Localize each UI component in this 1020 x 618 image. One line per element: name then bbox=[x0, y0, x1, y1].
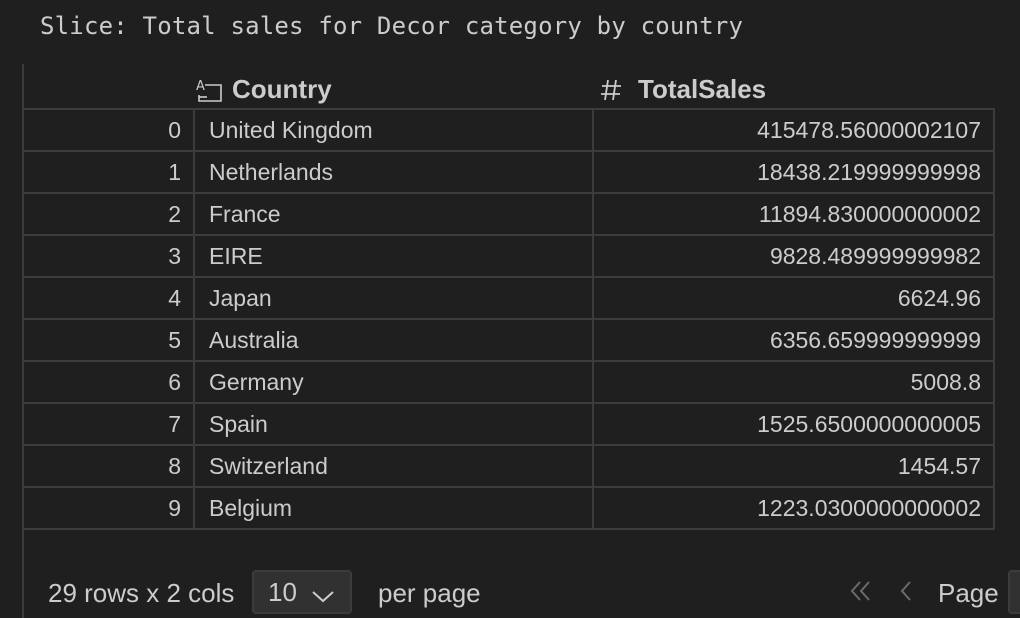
table-row: 2 France 11894.830000000002 bbox=[24, 192, 995, 236]
slice-title: Slice: Total sales for Decor category by… bbox=[40, 12, 744, 40]
row-index: 1 bbox=[24, 150, 195, 194]
row-index: 3 bbox=[24, 234, 195, 278]
country-cell: Spain bbox=[193, 402, 594, 446]
country-cell: Australia bbox=[193, 318, 594, 362]
data-table: 0 United Kingdom 415478.56000002107 1 Ne… bbox=[24, 108, 995, 530]
totalsales-cell: 5008.8 bbox=[592, 360, 995, 404]
double-chevron-left-icon[interactable] bbox=[848, 578, 874, 611]
rows-cols-count: 29 rows x 2 cols bbox=[48, 578, 235, 608]
table-header: A Country TotalSales bbox=[24, 66, 984, 108]
page-number-input[interactable] bbox=[1008, 570, 1020, 614]
table-row: 0 United Kingdom 415478.56000002107 bbox=[24, 108, 995, 152]
data-viewer: Slice: Total sales for Decor category by… bbox=[0, 0, 1020, 618]
pagination-footer: 29 rows x 2 cols 10 per page Page bbox=[48, 566, 1020, 618]
row-index: 9 bbox=[24, 486, 195, 530]
table-row: 3 EIRE 9828.489999999982 bbox=[24, 234, 995, 278]
table-row: 1 Netherlands 18438.219999999998 bbox=[24, 150, 995, 194]
country-cell: Netherlands bbox=[193, 150, 594, 194]
text-type-icon: A bbox=[194, 75, 224, 105]
row-index: 8 bbox=[24, 444, 195, 488]
totalsales-cell: 1223.0300000000002 bbox=[592, 486, 995, 530]
totalsales-cell: 1454.57 bbox=[592, 444, 995, 488]
table-row: 7 Spain 1525.6500000000005 bbox=[24, 402, 995, 446]
totalsales-cell: 18438.219999999998 bbox=[592, 150, 995, 194]
country-cell: Germany bbox=[193, 360, 594, 404]
country-cell: France bbox=[193, 192, 594, 236]
row-index: 0 bbox=[24, 108, 195, 152]
per-page-label: per page bbox=[378, 578, 481, 608]
row-index: 4 bbox=[24, 276, 195, 320]
table-row: 4 Japan 6624.96 bbox=[24, 276, 995, 320]
page-size-select[interactable]: 10 bbox=[252, 570, 352, 614]
country-cell: United Kingdom bbox=[193, 108, 594, 152]
totalsales-cell: 6624.96 bbox=[592, 276, 995, 320]
column-header-totalsales-label: TotalSales bbox=[638, 74, 767, 104]
column-header-country[interactable]: A Country bbox=[194, 74, 332, 105]
chevron-left-icon[interactable] bbox=[896, 578, 916, 611]
svg-text:A: A bbox=[196, 79, 205, 94]
row-index: 6 bbox=[24, 360, 195, 404]
table-row: 5 Australia 6356.659999999999 bbox=[24, 318, 995, 362]
chevron-down-icon bbox=[310, 582, 336, 613]
row-index: 2 bbox=[24, 192, 195, 236]
country-cell: EIRE bbox=[193, 234, 594, 278]
page-size-value: 10 bbox=[268, 576, 297, 607]
column-header-totalsales[interactable]: TotalSales bbox=[596, 74, 766, 105]
totalsales-cell: 11894.830000000002 bbox=[592, 192, 995, 236]
column-header-country-label: Country bbox=[232, 74, 332, 104]
totalsales-cell: 9828.489999999982 bbox=[592, 234, 995, 278]
table-row: 6 Germany 5008.8 bbox=[24, 360, 995, 404]
table-row: 9 Belgium 1223.0300000000002 bbox=[24, 486, 995, 530]
number-type-icon bbox=[596, 75, 626, 105]
country-cell: Belgium bbox=[193, 486, 594, 530]
totalsales-cell: 415478.56000002107 bbox=[592, 108, 995, 152]
row-index: 7 bbox=[24, 402, 195, 446]
row-index: 5 bbox=[24, 318, 195, 362]
country-cell: Japan bbox=[193, 276, 594, 320]
totalsales-cell: 6356.659999999999 bbox=[592, 318, 995, 362]
page-label: Page bbox=[938, 578, 999, 608]
table-row: 8 Switzerland 1454.57 bbox=[24, 444, 995, 488]
country-cell: Switzerland bbox=[193, 444, 594, 488]
totalsales-cell: 1525.6500000000005 bbox=[592, 402, 995, 446]
